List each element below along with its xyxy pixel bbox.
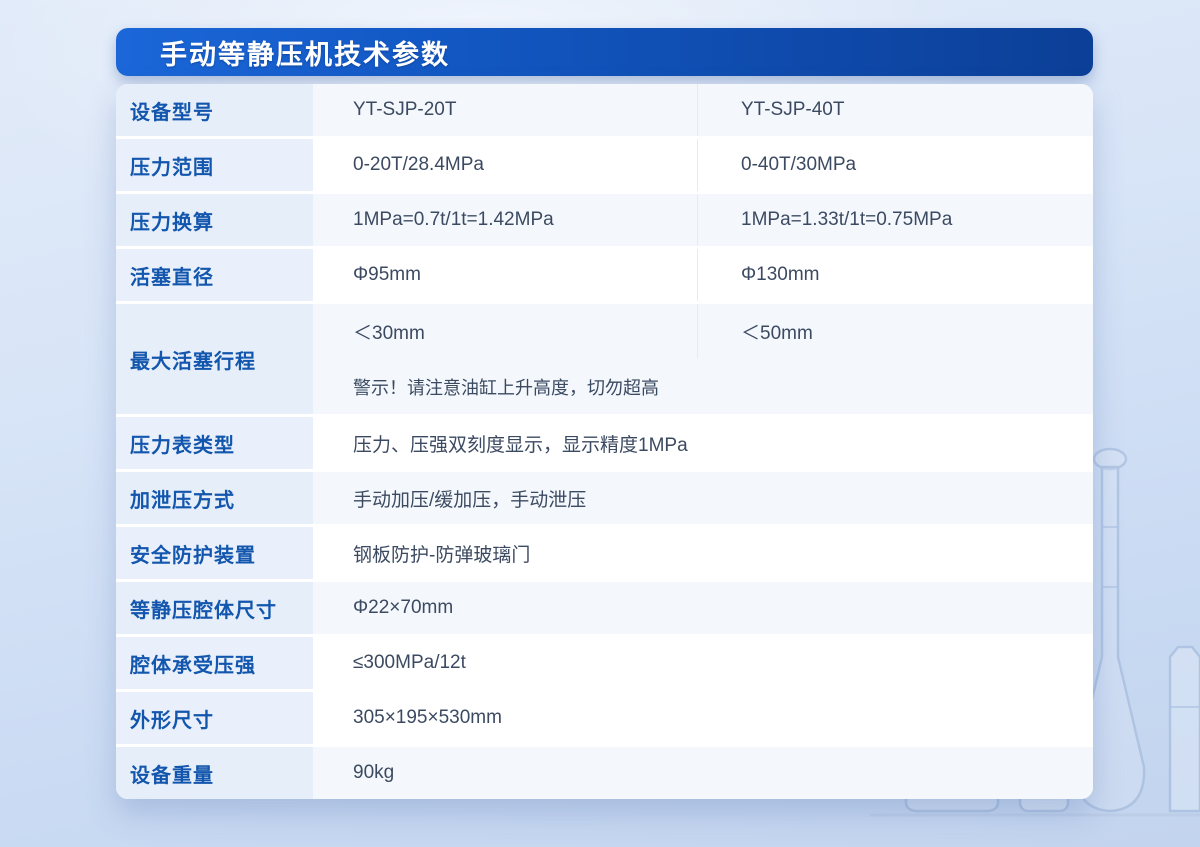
row-label: 压力表类型: [116, 417, 313, 469]
row-value-conversion-20t: 1MPa=0.7t/1t=1.42MPa: [313, 194, 697, 246]
row-value-chamber-pressure: ≤300MPa/12t: [353, 652, 466, 673]
page-title: 手动等静压机技术参数: [160, 39, 450, 70]
row-value-weight: 90kg: [313, 747, 1093, 799]
row-label: 活塞直径: [116, 249, 313, 301]
row-label: 最大活塞行程: [116, 304, 313, 414]
row-label: 设备型号: [116, 84, 313, 136]
bottle-icon: [1168, 645, 1200, 813]
table-row: 活塞直径 Φ95mm Φ130mm: [116, 249, 1093, 301]
row-label: 压力换算: [116, 194, 313, 246]
row-value-model-20t: YT-SJP-20T: [313, 84, 697, 136]
row-value-gauge-type: 压力、压强双刻度显示，显示精度1MPa: [353, 434, 688, 456]
row-label: 腔体承受压强: [116, 637, 313, 689]
spec-table: 设备型号 YT-SJP-20T YT-SJP-40T 压力范围 0-20T/28…: [116, 84, 1093, 799]
table-row: 等静压腔体尺寸 Φ22×70mm: [116, 582, 1093, 634]
row-value-model-40t: YT-SJP-40T: [697, 84, 1093, 136]
row-value-pressure-range-40t: 0-40T/30MPa: [697, 139, 1093, 191]
warning-note: 警示！请注意油缸上升高度，切勿超高: [313, 359, 1093, 414]
row-label: 压力范围: [116, 139, 313, 191]
row-label: 加泄压方式: [116, 472, 313, 524]
title-bar: 手动等静压机技术参数: [116, 28, 1093, 76]
table-row: 设备重量 90kg: [116, 747, 1093, 799]
table-row: 压力范围 0-20T/28.4MPa 0-40T/30MPa: [116, 139, 1093, 191]
table-row: 压力换算 1MPa=0.7t/1t=1.42MPa 1MPa=1.33t/1t=…: [116, 194, 1093, 246]
row-value-stroke-20t: ＜30mm: [313, 304, 697, 359]
row-label: 设备重量: [116, 747, 313, 799]
row-label: 安全防护装置: [116, 527, 313, 579]
row-value-piston-diameter-20t: Φ95mm: [353, 264, 421, 285]
row-content: ＜30mm ＜50mm 警示！请注意油缸上升高度，切勿超高: [313, 304, 1093, 414]
table-row: 最大活塞行程 ＜30mm ＜50mm 警示！请注意油缸上升高度，切勿超高: [116, 304, 1093, 414]
row-value-conversion-40t: 1MPa=1.33t/1t=0.75MPa: [697, 194, 1093, 246]
row-values: ＜30mm ＜50mm: [313, 304, 1093, 359]
table-row: 腔体承受压强 ≤300MPa/12t: [116, 637, 1093, 689]
row-value-piston-diameter-40t: Φ130mm: [697, 249, 1093, 301]
row-value-overall-dimensions: 305×195×530mm: [353, 707, 502, 728]
table-row: 加泄压方式 手动加压/缓加压，手动泄压: [116, 472, 1093, 524]
row-value-stroke-40t: ＜50mm: [697, 304, 1093, 359]
table-row: 外形尺寸 305×195×530mm: [116, 692, 1093, 744]
row-value-pressure-range-20t: 0-20T/28.4MPa: [353, 154, 484, 175]
row-value-chamber-size: Φ22×70mm: [313, 582, 1093, 634]
table-row: 压力表类型 压力、压强双刻度显示，显示精度1MPa: [116, 417, 1093, 469]
row-value-pressurize-method: 手动加压/缓加压，手动泄压: [313, 472, 1093, 524]
row-value-safety-device: 钢板防护-防弹玻璃门: [353, 544, 531, 566]
spec-card: 手动等静压机技术参数 设备型号 YT-SJP-20T YT-SJP-40T 压力…: [116, 28, 1093, 799]
row-label: 等静压腔体尺寸: [116, 582, 313, 634]
table-row: 安全防护装置 钢板防护-防弹玻璃门: [116, 527, 1093, 579]
table-row: 设备型号 YT-SJP-20T YT-SJP-40T: [116, 84, 1093, 136]
row-label: 外形尺寸: [116, 692, 313, 744]
